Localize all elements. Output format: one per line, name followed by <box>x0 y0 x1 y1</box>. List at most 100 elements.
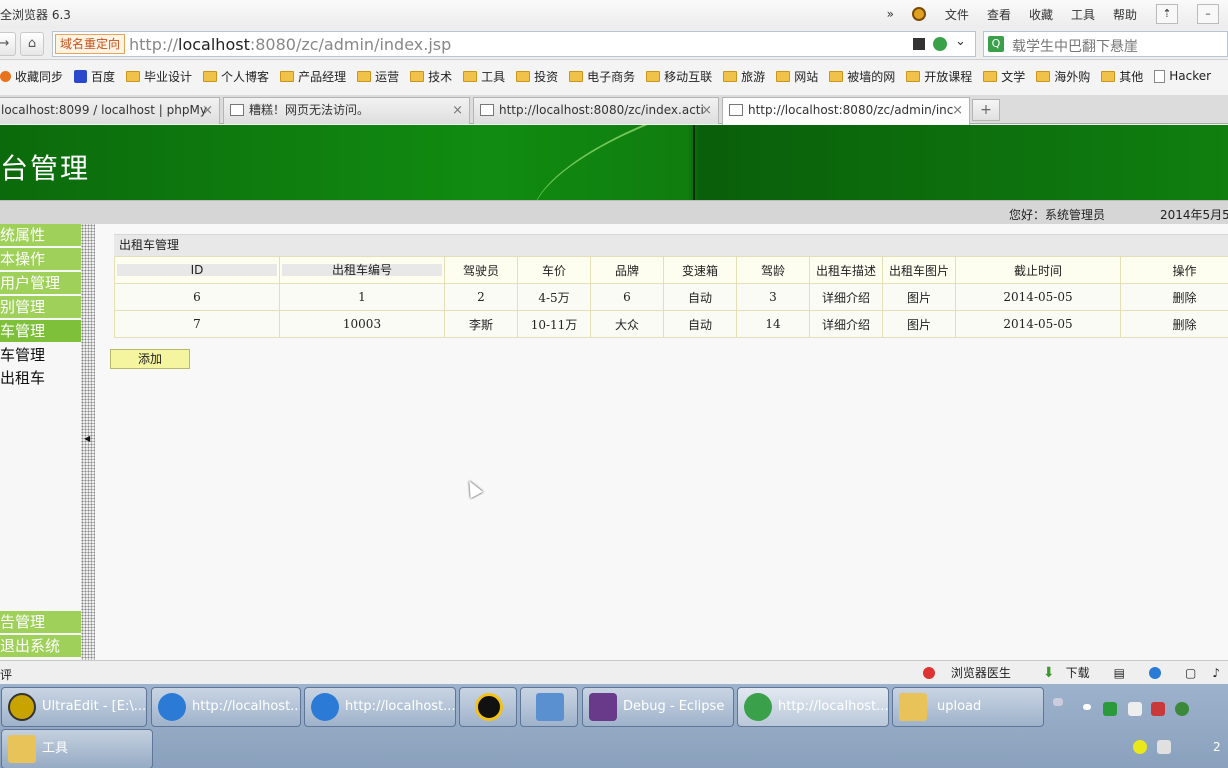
menu-help[interactable]: 帮助 <box>1113 6 1137 23</box>
keyboard-icon[interactable] <box>1053 698 1063 706</box>
bookmark-folder[interactable]: 个人博客 <box>203 68 269 85</box>
status-tools: 浏览器医生 ⬇ 下载 ▤ ▢ ♪ <box>907 664 1228 681</box>
bookmark-folder[interactable]: 技术 <box>410 68 452 85</box>
delete-link[interactable]: 删除 <box>1120 283 1228 311</box>
bookmark-folder[interactable]: 网站 <box>776 68 818 85</box>
table-header-row: ID 出租车编号 驾驶员 车价 品牌 变速箱 驾龄 出租车描述 出租车图片 截止… <box>114 256 1228 284</box>
add-button[interactable]: 添加 <box>110 349 190 369</box>
new-tab-button[interactable]: + <box>972 99 1000 121</box>
address-url[interactable]: http://localhost:8080/zc/admin/index.jsp <box>129 35 451 54</box>
tray-app-icon[interactable] <box>1128 702 1142 716</box>
user-info-bar: 您好：系统管理员 2014年5月5日 <box>0 200 1228 224</box>
tray-app-icon[interactable] <box>1103 702 1117 716</box>
tab-error-page[interactable]: 糟糕！网页无法访问。 × <box>223 97 470 124</box>
sidebar-item-logout[interactable]: 退出系统 <box>0 635 81 657</box>
taskbar-app-network[interactable] <box>520 687 578 727</box>
address-bar[interactable]: 域名重定向 http://localhost:8080/zc/admin/ind… <box>52 31 976 57</box>
bookmark-folder[interactable]: 电子商务 <box>569 68 635 85</box>
bookmark-hacker[interactable]: Hacker <box>1154 69 1211 83</box>
menu-view[interactable]: 查看 <box>987 6 1011 23</box>
bookmark-folder[interactable]: 产品经理 <box>280 68 346 85</box>
bookmark-folder[interactable]: 海外购 <box>1036 68 1090 85</box>
bookmark-folder[interactable]: 被墙的网 <box>829 68 895 85</box>
taskbar-app-ie-1[interactable]: http://localhost... <box>151 687 301 727</box>
redirect-badge[interactable]: 域名重定向 <box>55 34 126 54</box>
network-status-icon[interactable] <box>1157 740 1171 754</box>
bookmark-sync[interactable]: 收藏同步 <box>0 68 63 85</box>
menu-favorites[interactable]: 收藏 <box>1029 6 1053 23</box>
cell-driver: 李斯 <box>444 310 518 338</box>
bookmark-folder[interactable]: 运营 <box>357 68 399 85</box>
cell-brand: 6 <box>590 283 664 311</box>
tray-app-icon[interactable] <box>1175 702 1189 716</box>
close-icon[interactable]: × <box>952 98 963 123</box>
sidebar-item-car-management[interactable]: 车管理 <box>0 320 81 342</box>
user-icon[interactable] <box>911 7 926 21</box>
sidebar-item-category-management[interactable]: 别管理 <box>0 296 81 318</box>
taskbar-app-tools-folder[interactable]: 工具 <box>1 729 153 768</box>
menu-tools[interactable]: 工具 <box>1071 6 1095 23</box>
close-icon[interactable]: × <box>202 98 213 123</box>
menu-file[interactable]: 文件 <box>945 6 969 23</box>
column-header: 截止时间 <box>955 256 1121 284</box>
qr-code-icon[interactable] <box>913 38 925 50</box>
tab-bar: localhost:8099 / localhost | phpMy × 糟糕！网… <box>0 95 1228 125</box>
bookmark-baidu[interactable]: 百度 <box>74 68 115 85</box>
delete-link[interactable]: 删除 <box>1120 310 1228 338</box>
taskbar-app-browser[interactable]: http://localhost... <box>737 687 889 727</box>
sidebar-subitem-taxi[interactable]: 出租车 <box>0 367 81 390</box>
search-box[interactable]: Q 载学生中巴翻下悬崖 <box>983 31 1228 57</box>
close-icon[interactable]: × <box>701 98 712 123</box>
taskbar-app-upload-folder[interactable]: upload <box>892 687 1044 727</box>
image-link[interactable]: 图片 <box>882 310 956 338</box>
ie-icon[interactable] <box>1141 666 1169 679</box>
tray-add-icon[interactable] <box>1133 740 1147 754</box>
window-icon[interactable]: ▢ <box>1185 666 1196 680</box>
pin-icon[interactable]: ⇡ <box>1156 4 1178 24</box>
bookmark-folder[interactable]: 开放课程 <box>906 68 972 85</box>
home-icon[interactable]: ⌂ <box>20 32 44 56</box>
tab-admin-index[interactable]: http://localhost:8080/zc/admin/inc × <box>722 97 970 125</box>
sidebar-item-ad-management[interactable]: 告管理 <box>0 611 81 633</box>
image-link[interactable]: 图片 <box>882 283 956 311</box>
details-link[interactable]: 详细介绍 <box>809 310 883 338</box>
collapse-arrow-icon[interactable]: ◀ <box>84 434 90 443</box>
tray-expand-icon[interactable] <box>1083 704 1091 710</box>
tab-index-action[interactable]: http://localhost:8080/zc/index.acti × <box>473 97 719 124</box>
folder-icon <box>357 70 372 82</box>
bookmark-folder[interactable]: 投资 <box>516 68 558 85</box>
close-icon[interactable]: × <box>452 98 463 123</box>
tray-app-icon[interactable] <box>1151 702 1165 716</box>
forward-icon[interactable]: → <box>0 32 16 56</box>
taskbar-app-qq[interactable] <box>459 687 517 727</box>
bookmark-folder[interactable]: 工具 <box>463 68 505 85</box>
sidebar-splitter[interactable]: ◀ <box>81 224 95 660</box>
ie-mode-icon[interactable] <box>933 37 947 51</box>
sidebar-subitem-car-management[interactable]: 车管理 <box>0 344 81 367</box>
browser-doctor[interactable]: 浏览器医生 <box>915 664 1019 681</box>
chevron-right-icon[interactable]: » <box>887 7 894 21</box>
sidebar-item-system-properties[interactable]: 统属性 <box>0 224 81 246</box>
speed-icon[interactable]: ▤ <box>1114 666 1125 680</box>
clock[interactable]: 2 <box>1213 740 1221 754</box>
bookmark-folder[interactable]: 旅游 <box>723 68 765 85</box>
bookmark-folder[interactable]: 移动互联 <box>646 68 712 85</box>
details-link[interactable]: 详细介绍 <box>809 283 883 311</box>
taskbar-app-ie-2[interactable]: http://localhost... <box>304 687 456 727</box>
search-icon[interactable]: Q <box>988 36 1004 52</box>
sidebar-item-basic-operations[interactable]: 本操作 <box>0 248 81 270</box>
chevron-down-icon[interactable]: ⌄ <box>955 34 969 49</box>
bookmark-folder[interactable]: 毕业设计 <box>126 68 192 85</box>
volume-icon[interactable]: ♪ <box>1212 666 1220 680</box>
search-input[interactable]: 载学生中巴翻下悬崖 <box>1012 36 1138 56</box>
sidebar-item-user-management[interactable]: 用户管理 <box>0 272 81 294</box>
bookmark-folder[interactable]: 文学 <box>983 68 1025 85</box>
column-header: 驾驶员 <box>444 256 518 284</box>
taskbar-app-eclipse[interactable]: Debug - Eclipse <box>582 687 734 727</box>
bookmark-folder[interactable]: 其他 <box>1101 68 1143 85</box>
taskbar-app-ultraedit[interactable]: UltraEdit - [E:\... <box>1 687 147 727</box>
folder-icon <box>1101 70 1116 82</box>
tab-phpmyadmin[interactable]: localhost:8099 / localhost | phpMy × <box>0 97 220 124</box>
minimize-icon[interactable]: – <box>1197 4 1219 24</box>
download-button[interactable]: ⬇ 下载 <box>1035 664 1098 681</box>
